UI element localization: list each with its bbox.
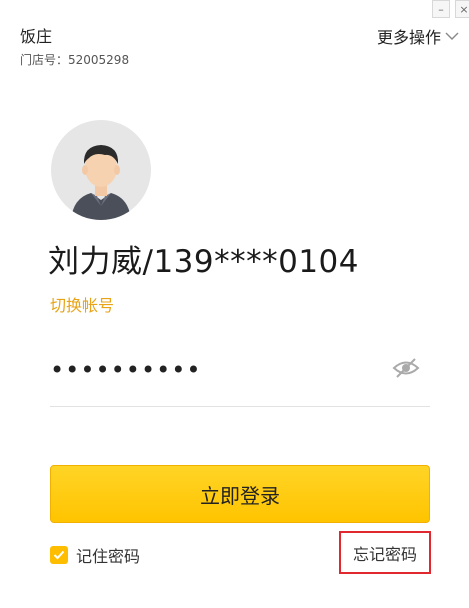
forgot-password-link[interactable]: 忘记密码 [339,531,431,574]
more-operations-label: 更多操作 [376,28,441,47]
chevron-down-icon [445,32,459,40]
store-name: 饭庄 [20,27,53,46]
more-operations-menu[interactable]: 更多操作 [377,24,459,48]
close-button[interactable]: × [455,0,469,18]
password-field-row [50,350,430,407]
checkmark-icon [53,550,65,560]
window-controls: – × [427,0,469,18]
password-input[interactable] [50,350,370,390]
remember-label: 记住密码 [76,547,141,566]
store-id: 门店号：52005298 [20,53,130,67]
minimize-button[interactable]: – [432,0,450,18]
login-button[interactable]: 立即登录 [50,465,430,523]
avatar [51,120,151,220]
remember-password-option[interactable]: 记住密码 [50,543,140,567]
eye-hidden-icon[interactable] [392,357,420,379]
switch-account-link[interactable]: 切换帐号 [50,292,114,316]
user-avatar-icon [71,145,131,220]
remember-checkbox[interactable] [50,546,68,564]
user-display-name: 刘力威/139****0104 [48,244,360,280]
